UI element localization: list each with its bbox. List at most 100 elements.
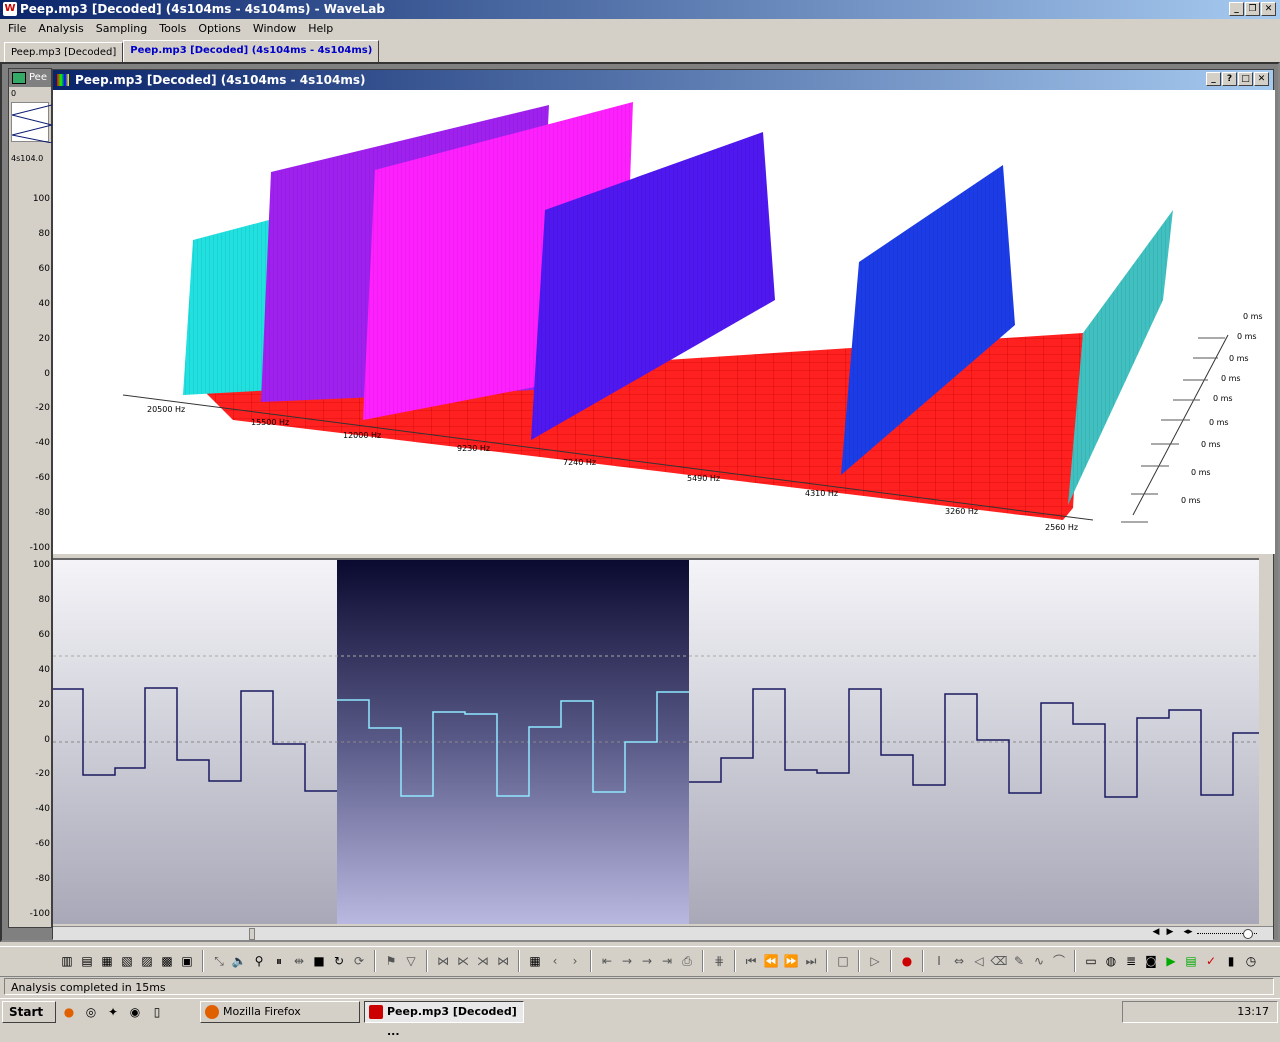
stop-icon[interactable]: □ <box>834 952 852 970</box>
close-button[interactable]: ✕ <box>1261 2 1276 16</box>
menu-analysis[interactable]: Analysis <box>32 22 89 35</box>
chart-icon[interactable]: ▤ <box>1182 952 1200 970</box>
text-cursor-icon[interactable]: I <box>930 952 948 970</box>
stop-block-icon[interactable]: ■ <box>310 952 328 970</box>
scale-label: 0 <box>44 369 50 379</box>
spectrum-icon <box>57 74 69 86</box>
tab-peep-decoded-range[interactable]: Peep.mp3 [Decoded] (4s104ms - 4s104ms) <box>123 40 380 63</box>
toolbar-separator <box>374 949 376 972</box>
tab-peep-decoded[interactable]: Peep.mp3 [Decoded] <box>4 42 124 63</box>
calendar-icon[interactable]: ▦ <box>526 952 544 970</box>
camera-icon[interactable]: ◙ <box>1142 952 1160 970</box>
system-tray: 13:17 <box>1122 1001 1278 1023</box>
loop-icon[interactable]: ↻ <box>330 952 348 970</box>
taskbar-firefox[interactable]: Mozilla Firefox <box>200 1000 360 1023</box>
menu-window[interactable]: Window <box>247 22 302 35</box>
menu-file[interactable]: File <box>2 22 32 35</box>
scroll-right-icon[interactable]: ▶ <box>1163 927 1177 940</box>
cursor-start-icon[interactable]: ⇤ <box>598 952 616 970</box>
window-title: Peep.mp3 [Decoded] (4s104ms - 4s104ms) -… <box>20 2 385 16</box>
zoom-icon[interactable]: ⇔ <box>950 952 968 970</box>
go-start-icon[interactable]: ⏮ <box>742 952 760 970</box>
menu-tools[interactable]: Tools <box>153 22 192 35</box>
region-next-icon[interactable]: ⋊ <box>474 952 492 970</box>
scrollbar-thumb[interactable] <box>249 928 255 940</box>
record-icon[interactable]: ● <box>898 952 916 970</box>
file-quicklaunch-icon[interactable]: ▯ <box>148 1003 166 1021</box>
fast-forward-icon[interactable]: ⏩ <box>782 952 800 970</box>
horizontal-scrollbar[interactable]: ◀ ▶ ◂▸ <box>53 926 1273 940</box>
browser-quicklaunch-icon[interactable]: ◎ <box>82 1003 100 1021</box>
3d-spectrum-panel[interactable]: 20500 Hz 15500 Hz 12000 Hz 9230 Hz 7240 … <box>53 90 1275 554</box>
shrink-icon[interactable]: ⤡ <box>210 952 228 970</box>
go-end-icon[interactable]: ⏭ <box>802 952 820 970</box>
scale-label: -40 <box>35 438 50 448</box>
play-icon[interactable]: ▷ <box>866 952 884 970</box>
green-play-icon[interactable]: ▶ <box>1162 952 1180 970</box>
time-label: 0 ms <box>1181 496 1201 505</box>
check-icon[interactable]: ✓ <box>1202 952 1220 970</box>
cursor-left-icon[interactable]: → <box>618 952 636 970</box>
scale-label: -20 <box>35 769 50 779</box>
split-icon[interactable]: ⇹ <box>290 952 308 970</box>
overview-waveform[interactable] <box>11 102 53 144</box>
minimize-button[interactable]: _ <box>1229 2 1244 16</box>
spectrum-meter-icon[interactable]: ▦ <box>98 952 116 970</box>
keyboard-icon[interactable]: ▭ <box>1082 952 1100 970</box>
smooth-icon[interactable]: ∿ <box>1030 952 1048 970</box>
zoom-slider-thumb[interactable] <box>1243 929 1253 939</box>
menu-help[interactable]: Help <box>302 22 339 35</box>
background-time-readout: 4s104.0 <box>11 154 44 163</box>
crossfade-icon[interactable]: ⋕ <box>710 952 728 970</box>
snapshot-icon[interactable]: ⎙ <box>678 952 696 970</box>
toolbar-separator <box>922 949 924 972</box>
cursor-right-icon[interactable]: → <box>638 952 656 970</box>
analysis-close-button[interactable]: ✕ <box>1254 72 1269 86</box>
bend-icon[interactable]: ⌒ <box>1050 952 1068 970</box>
prev-icon[interactable]: ‹ <box>546 952 564 970</box>
wave-window-icon <box>12 72 26 84</box>
pause-icon[interactable]: ⏸ <box>270 952 288 970</box>
markers-icon[interactable]: ⚑ <box>382 952 400 970</box>
clock-icon[interactable]: ◷ <box>1242 952 1260 970</box>
firefox-quicklaunch-icon[interactable]: ● <box>60 1003 78 1021</box>
tool-quicklaunch-icon[interactable]: ✦ <box>104 1003 122 1021</box>
tray-clock[interactable]: 13:17 <box>1237 1005 1269 1018</box>
cursor-end-icon[interactable]: ⇥ <box>658 952 676 970</box>
marker-down-icon[interactable]: ▽ <box>402 952 420 970</box>
oscilloscope-icon[interactable]: ▧ <box>118 952 136 970</box>
globe-icon[interactable]: ◍ <box>1102 952 1120 970</box>
bit-meter-icon[interactable]: ▨ <box>138 952 156 970</box>
search-icon[interactable]: ⚲ <box>250 952 268 970</box>
analysis-help-button[interactable]: ? <box>1222 72 1237 86</box>
time-label: 0 ms <box>1237 332 1257 341</box>
waveform-panel[interactable] <box>53 558 1259 924</box>
restore-button[interactable]: ❐ <box>1245 2 1260 16</box>
scale-label: 40 <box>38 299 50 309</box>
region-prev-icon[interactable]: ⋉ <box>454 952 472 970</box>
pencil-icon[interactable]: ✎ <box>1010 952 1028 970</box>
start-button[interactable]: Start <box>2 1000 56 1023</box>
region-start-icon[interactable]: ⋈ <box>434 952 452 970</box>
region-end-icon[interactable]: ⋈ <box>494 952 512 970</box>
wavelet-icon[interactable]: ▣ <box>178 952 196 970</box>
phone-icon[interactable]: ▮ <box>1222 952 1240 970</box>
menu-options[interactable]: Options <box>192 22 246 35</box>
media-quicklaunch-icon[interactable]: ◉ <box>126 1003 144 1021</box>
next-icon[interactable]: › <box>566 952 584 970</box>
erase-icon[interactable]: ⌫ <box>990 952 1008 970</box>
scroll-left-icon[interactable]: ◀ <box>1149 927 1163 940</box>
volume-icon[interactable]: ◁ <box>970 952 988 970</box>
sync-icon[interactable]: ⟳ <box>350 952 368 970</box>
speaker-icon[interactable]: 🔈 <box>230 952 248 970</box>
menu-sampling[interactable]: Sampling <box>90 22 154 35</box>
zoom-arrows-icon[interactable]: ◂▸ <box>1181 927 1195 940</box>
list-icon[interactable]: ≣ <box>1122 952 1140 970</box>
analysis-minimize-button[interactable]: _ <box>1206 72 1221 86</box>
level-icon[interactable]: ▤ <box>78 952 96 970</box>
analysis-maximize-button[interactable]: □ <box>1238 72 1253 86</box>
rewind-icon[interactable]: ⏪ <box>762 952 780 970</box>
taskbar-wavelab[interactable]: Peep.mp3 [Decoded] ... <box>364 1000 524 1038</box>
phase-scope-icon[interactable]: ▩ <box>158 952 176 970</box>
meters-icon[interactable]: ▥ <box>58 952 76 970</box>
